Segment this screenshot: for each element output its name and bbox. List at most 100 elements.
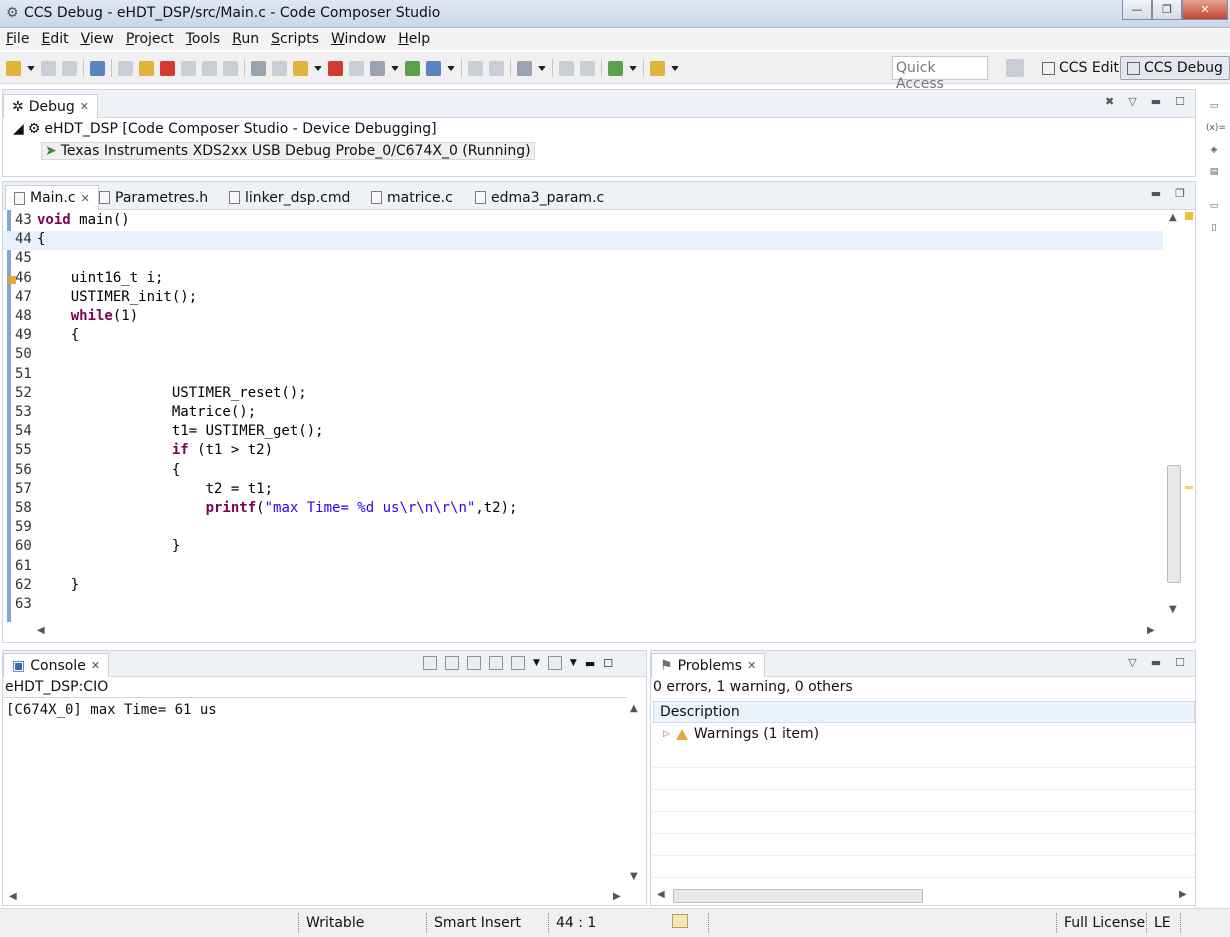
code-line[interactable]: 46 uint16_t i; [3, 270, 1163, 289]
warning-annotation-icon[interactable] [8, 275, 16, 284]
code-line[interactable]: 50 [3, 346, 1163, 365]
scroll-left-icon[interactable]: ◀ [37, 625, 45, 636]
code-line[interactable]: 56 { [3, 462, 1163, 481]
perspective-ccs-edit[interactable]: CCS Edit [1036, 56, 1125, 80]
view-menu-icon[interactable]: ▽ [1128, 656, 1136, 669]
warning-marker-icon[interactable] [1185, 486, 1193, 489]
tab-main-c[interactable]: Main.c ✕ [5, 185, 99, 210]
connect-icon[interactable] [272, 60, 287, 76]
scroll-thumb[interactable] [673, 889, 923, 903]
remove-breakpoints-icon[interactable] [328, 60, 343, 76]
restore-icon[interactable]: ▭ [1206, 101, 1222, 117]
code-line[interactable]: 58 printf("max Time= %d us\r\n\r\n",t2); [3, 500, 1163, 519]
save-all-icon[interactable] [62, 60, 77, 76]
close-tab-icon[interactable]: ✕ [81, 192, 90, 205]
scroll-down-icon[interactable]: ▼ [630, 871, 638, 882]
scroll-left-icon[interactable]: ◀ [9, 891, 17, 902]
minimize-button[interactable]: — [1122, 0, 1152, 20]
expand-arrow-icon[interactable]: ▷ [663, 729, 670, 739]
hammer-icon[interactable] [517, 60, 532, 76]
step-into-icon[interactable] [181, 60, 196, 76]
tab-linker-dsp-cmd[interactable]: linker_dsp.cmd [221, 185, 358, 210]
reset-icon[interactable] [370, 60, 385, 76]
target-icon[interactable] [251, 60, 266, 76]
progress-icon[interactable] [672, 914, 688, 928]
load-program-icon[interactable] [293, 60, 308, 76]
restart-icon[interactable] [405, 60, 420, 76]
code-line[interactable]: 59 [3, 519, 1163, 538]
tab-matrice-c[interactable]: matrice.c [363, 185, 461, 210]
code-line[interactable]: 45 [3, 250, 1163, 269]
open-perspective-icon[interactable] [1006, 59, 1024, 77]
tab-parametres-h[interactable]: Parametres.h [91, 185, 216, 210]
code-line[interactable]: 62 } [3, 577, 1163, 596]
description-column-header[interactable]: Description [653, 701, 1195, 723]
open-dropdown-icon[interactable]: ▼ [570, 658, 577, 668]
load-dropdown-icon[interactable] [314, 65, 322, 71]
quick-access-input[interactable]: Quick Access [892, 56, 988, 92]
close-tab-icon[interactable]: ✕ [747, 659, 756, 672]
code-line[interactable]: 47 USTIMER_init(); [3, 289, 1163, 308]
tab-problems[interactable]: ⚑ Problems ✕ [651, 653, 766, 677]
resume-icon[interactable] [118, 60, 133, 76]
menu-scripts[interactable]: Scripts [265, 31, 325, 47]
scroll-lock-icon[interactable] [445, 656, 459, 670]
scroll-up-icon[interactable]: ▲ [1169, 212, 1177, 223]
pin-icon[interactable] [650, 60, 665, 76]
build-dropdown-icon[interactable] [447, 65, 455, 71]
code-area[interactable]: 43 void main() 44{45 46 uint16_t i; 47 USTIM… [3, 210, 1163, 622]
debug-icon[interactable] [90, 60, 105, 76]
minimize-view-icon[interactable]: ▬ [1151, 187, 1161, 200]
reset-dropdown-icon[interactable] [391, 65, 399, 71]
registers-icon[interactable]: ▤ [1206, 167, 1222, 183]
step-assembly-icon[interactable] [468, 60, 483, 76]
maximize-view-icon[interactable]: ☐ [1175, 95, 1185, 108]
debug-target-node[interactable]: ➤ Texas Instruments XDS2xx USB Debug Pro… [41, 142, 535, 160]
hammer-dropdown-icon[interactable] [538, 65, 546, 71]
step-over-assembly-icon[interactable] [489, 60, 504, 76]
scroll-thumb[interactable] [1167, 465, 1181, 583]
new-dropdown-icon[interactable] [27, 65, 35, 71]
pin-dropdown-icon[interactable] [671, 65, 679, 71]
bug-icon[interactable] [608, 60, 623, 76]
suspend-icon[interactable] [139, 60, 154, 76]
code-line[interactable]: 63 [3, 596, 1163, 615]
display-dropdown-icon[interactable]: ▼ [533, 658, 540, 668]
outline-icon[interactable]: ▯ [1206, 223, 1222, 239]
pin-console-icon[interactable] [489, 656, 503, 670]
open-element-icon[interactable] [580, 60, 595, 76]
step-return-icon[interactable] [223, 60, 238, 76]
code-line[interactable]: 57 t2 = t1; [3, 481, 1163, 500]
close-button[interactable]: ✕ [1182, 0, 1228, 20]
terminate-icon[interactable] [160, 60, 175, 76]
menu-project[interactable]: Project [120, 31, 180, 47]
minimize-view-icon[interactable]: ▬ [1151, 95, 1161, 108]
restore-view-icon[interactable]: ❐ [1175, 187, 1185, 200]
maximize-view-icon[interactable]: ☐ [603, 657, 613, 670]
editor-horizontal-scrollbar[interactable]: ◀ ▶ [33, 622, 1163, 640]
console-output[interactable]: [C674X_0] max Time= 61 us [3, 697, 627, 889]
code-line[interactable]: 54 t1= USTIMER_get(); [3, 423, 1163, 442]
menu-tools[interactable]: Tools [180, 31, 227, 47]
code-line[interactable]: 55 if (t1 > t2) [3, 442, 1163, 461]
menu-view[interactable]: View [75, 31, 120, 47]
maximize-view-icon[interactable]: ☐ [1175, 656, 1185, 669]
tab-debug[interactable]: ✲ Debug ✕ [3, 94, 98, 118]
code-line[interactable]: 51 [3, 366, 1163, 385]
maximize-button[interactable]: ❐ [1152, 0, 1182, 20]
scroll-down-icon[interactable]: ▼ [1169, 604, 1177, 615]
save-icon[interactable] [41, 60, 56, 76]
close-tab-icon[interactable]: ✕ [91, 659, 100, 672]
new-icon[interactable] [6, 60, 21, 76]
clear-console-icon[interactable] [423, 656, 437, 670]
code-line[interactable]: 48 while(1) [3, 308, 1163, 327]
warning-overview-icon[interactable] [1185, 212, 1193, 220]
menu-edit[interactable]: Edit [35, 31, 74, 47]
search-icon[interactable] [559, 60, 574, 76]
code-line[interactable]: 44 { [3, 231, 1163, 251]
tab-edma3-param-c[interactable]: edma3_param.c [467, 185, 612, 210]
warnings-group[interactable]: ▷ Warnings (1 item) [663, 726, 819, 742]
minimize-view-icon[interactable]: ▬ [1151, 656, 1161, 669]
restore-icon[interactable]: ▭ [1206, 201, 1222, 217]
code-line[interactable]: 60 } [3, 538, 1163, 557]
